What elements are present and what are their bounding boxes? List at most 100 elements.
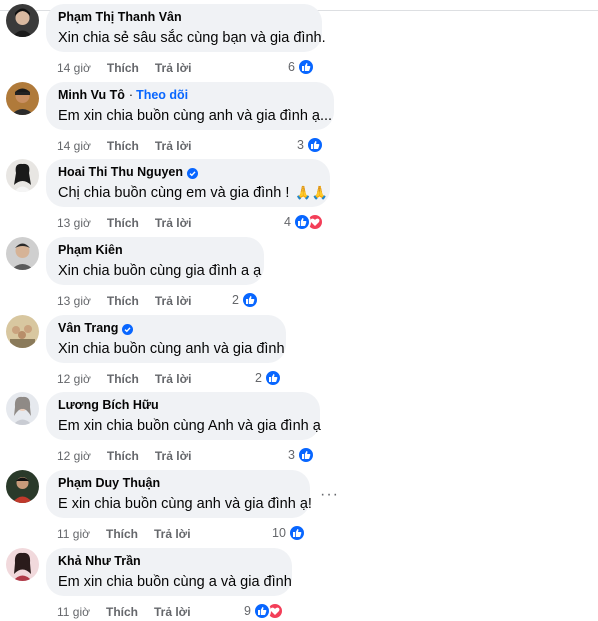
- reaction-summary[interactable]: 3: [288, 445, 315, 465]
- author-name[interactable]: Hoai Thi Thu Nguyen: [58, 164, 183, 180]
- comment-bubble: Phạm Thị Thanh Vân Xin chia sẻ sâu sắc c…: [46, 4, 326, 52]
- author-name[interactable]: Phạm Kiên: [58, 242, 123, 258]
- avatar[interactable]: [6, 159, 39, 192]
- comment-item: Phạm Duy Thuận E xin chia buồn cùng anh …: [6, 470, 596, 548]
- verified-badge-icon: [122, 323, 134, 335]
- avatar[interactable]: [6, 4, 39, 37]
- like-button[interactable]: Thích: [107, 60, 139, 76]
- comment-actions: 13 giờ Thích Trả lời: [57, 215, 207, 231]
- follow-button[interactable]: Theo dõi: [136, 87, 188, 103]
- reply-button[interactable]: Trả lời: [154, 604, 191, 620]
- comment-time[interactable]: 12 giờ: [57, 371, 91, 387]
- like-icon: [252, 602, 271, 620]
- like-button[interactable]: Thích: [107, 138, 139, 154]
- comment-text: Xin chia buồn cùng gia đình a ạ: [58, 263, 262, 279]
- reaction-summary[interactable]: 4: [284, 212, 324, 232]
- like-icon: [292, 213, 311, 231]
- comment-bubble: Phạm Kiên Xin chia buồn cùng gia đình a …: [46, 237, 264, 285]
- author-name[interactable]: Vân Trang: [58, 320, 118, 336]
- reaction-count: 3: [288, 448, 295, 462]
- comment-text: Em xin chia buồn cùng Anh và gia đình ạ: [58, 418, 321, 434]
- comment-item: Vân Trang Xin chia buồn cùng anh và gia …: [6, 315, 596, 393]
- comment-bubble: Hoai Thi Thu Nguyen Chị chia buồn cùng e…: [46, 159, 330, 207]
- comment-actions: 14 giờ Thích Trả lời: [57, 138, 207, 154]
- like-button[interactable]: Thích: [107, 371, 139, 387]
- comment-actions: 12 giờ Thích Trả lời: [57, 371, 207, 387]
- comment-item: Phạm Thị Thanh Vân Xin chia sẻ sâu sắc c…: [6, 4, 596, 82]
- like-icon: [287, 524, 306, 542]
- avatar[interactable]: [6, 392, 39, 425]
- like-icon: [305, 136, 324, 154]
- more-options-icon[interactable]: ···: [320, 486, 339, 504]
- comment-bubble: Khả Như Trần Em xin chia buồn cùng a và …: [46, 548, 292, 596]
- comment-actions: 12 giờ Thích Trả lời: [57, 448, 207, 464]
- author-name[interactable]: Phạm Thị Thanh Vân: [58, 9, 182, 25]
- reply-button[interactable]: Trả lời: [155, 138, 192, 154]
- reaction-count: 2: [255, 371, 262, 385]
- author-name[interactable]: Minh Vu Tô: [58, 87, 125, 103]
- comment-time[interactable]: 14 giờ: [57, 138, 91, 154]
- avatar[interactable]: [6, 237, 39, 270]
- reaction-summary[interactable]: 10: [272, 523, 306, 543]
- like-icon: [296, 58, 315, 76]
- comment-text: Chị chia buồn cùng em và gia đình !: [58, 185, 290, 201]
- verified-badge-icon: [187, 167, 198, 179]
- comment-actions: 14 giờ Thích Trả lời: [57, 60, 207, 76]
- reaction-count: 4: [284, 215, 291, 229]
- comment-time[interactable]: 11 giờ: [57, 526, 90, 542]
- reaction-count: 6: [288, 60, 295, 74]
- reaction-summary[interactable]: 6: [288, 57, 315, 77]
- reaction-count: 9: [244, 604, 251, 618]
- comment-text: Xin chia buồn cùng anh và gia đình: [58, 341, 285, 357]
- comment-time[interactable]: 12 giờ: [57, 448, 91, 464]
- comment-bubble: Minh Vu Tô · Theo dõi Em xin chia buồn c…: [46, 82, 334, 130]
- like-button[interactable]: Thích: [106, 526, 138, 542]
- like-button[interactable]: Thích: [107, 215, 139, 231]
- reply-button[interactable]: Trả lời: [155, 293, 192, 309]
- reply-button[interactable]: Trả lời: [155, 60, 192, 76]
- reaction-summary[interactable]: 2: [232, 290, 259, 310]
- author-name[interactable]: Khả Như Trần: [58, 553, 141, 569]
- like-icon: [240, 291, 259, 309]
- like-button[interactable]: Thích: [107, 293, 139, 309]
- like-icon: [263, 369, 282, 387]
- reaction-summary[interactable]: 3: [297, 135, 324, 155]
- comment-time[interactable]: 13 giờ: [57, 293, 91, 309]
- reply-button[interactable]: Trả lời: [155, 448, 192, 464]
- reply-button[interactable]: Trả lời: [155, 371, 192, 387]
- praying-hands-emoji: 🙏🙏: [295, 185, 328, 200]
- comment-actions: 11 giờ Thích Trả lời: [57, 604, 207, 620]
- comment-item: Minh Vu Tô · Theo dõi Em xin chia buồn c…: [6, 82, 596, 160]
- comment-text: Em xin chia buồn cùng a và gia đình: [58, 574, 292, 590]
- author-name[interactable]: Phạm Duy Thuận: [58, 475, 160, 491]
- comment-actions: 13 giờ Thích Trả lời: [57, 293, 207, 309]
- comment-actions: 11 giờ Thích Trả lời: [57, 526, 207, 542]
- reaction-count: 2: [232, 293, 239, 307]
- avatar[interactable]: [6, 82, 39, 115]
- reply-button[interactable]: Trả lời: [154, 526, 191, 542]
- comment-text: Xin chia sẻ sâu sắc cùng bạn và gia đình…: [58, 30, 326, 46]
- like-button[interactable]: Thích: [106, 604, 138, 620]
- comment-item: Hoai Thi Thu Nguyen Chị chia buồn cùng e…: [6, 159, 596, 237]
- avatar[interactable]: [6, 470, 39, 503]
- comment-bubble: Phạm Duy Thuận E xin chia buồn cùng anh …: [46, 470, 312, 518]
- author-name[interactable]: Lương Bích Hữu: [58, 397, 159, 413]
- reaction-count: 10: [272, 526, 286, 540]
- comment-item: Lương Bích Hữu Em xin chia buồn cùng Anh…: [6, 392, 596, 470]
- comment-item: Phạm Kiên Xin chia buồn cùng gia đình a …: [6, 237, 596, 315]
- comment-item: Khả Như Trần Em xin chia buồn cùng a và …: [6, 548, 596, 621]
- reaction-summary[interactable]: 2: [255, 368, 282, 388]
- like-button[interactable]: Thích: [107, 448, 139, 464]
- avatar[interactable]: [6, 548, 39, 581]
- reaction-count: 3: [297, 138, 304, 152]
- comment-time[interactable]: 13 giờ: [57, 215, 91, 231]
- comment-bubble: Vân Trang Xin chia buồn cùng anh và gia …: [46, 315, 286, 363]
- comment-time[interactable]: 14 giờ: [57, 60, 91, 76]
- reply-button[interactable]: Trả lời: [155, 215, 192, 231]
- comment-bubble: Lương Bích Hữu Em xin chia buồn cùng Anh…: [46, 392, 321, 440]
- comment-text: Em xin chia buồn cùng anh và gia đình ạ.…: [58, 108, 333, 124]
- reaction-summary[interactable]: 9: [244, 601, 284, 621]
- like-icon: [296, 446, 315, 464]
- avatar[interactable]: [6, 315, 39, 348]
- comment-time[interactable]: 11 giờ: [57, 604, 90, 620]
